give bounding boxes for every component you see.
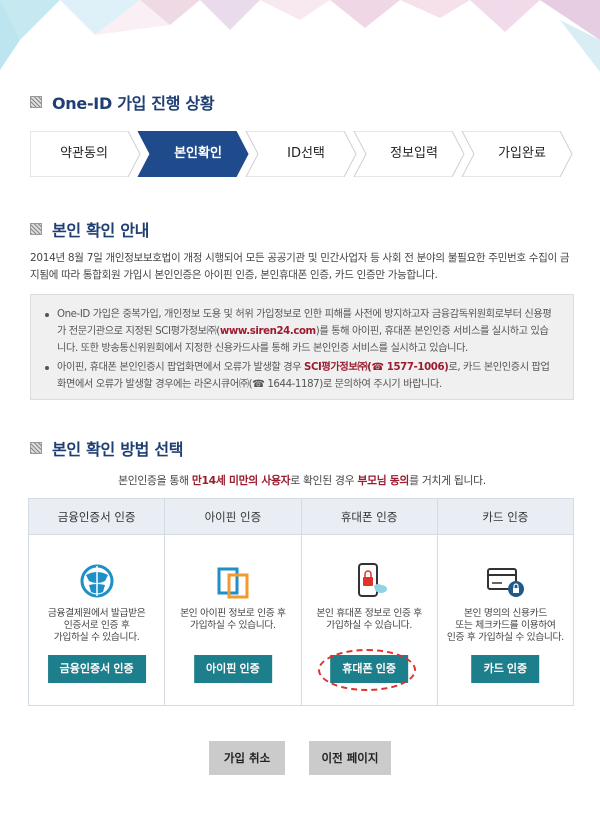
method-description: 본인 아이핀 정보로 인증 후 가입하실 수 있습니다. <box>180 608 286 631</box>
parent-consent-highlight: 부모님 동의 <box>357 474 410 487</box>
guide-intro-text: 2014년 8월 7일 개인정보보호법이 개정 시행되어 모든 공공기관 및 민… <box>30 252 570 281</box>
auth-method-grid: 금융인증서 인증 금융결제원에서 발급받은 인증서로 인증 후 가입하실 수 있… <box>28 498 574 706</box>
step-complete: 가입완료 <box>498 146 546 161</box>
phone-lock-icon <box>358 563 388 597</box>
step-identity-active: 본인확인 <box>174 146 222 161</box>
card-lock-icon <box>487 568 525 597</box>
method-phone: 휴대폰 인증 본인 휴대폰 정보로 인증 후 가입하실 수 있습니다. 휴대폰 … <box>301 499 438 705</box>
cancel-signup-button[interactable]: 가입 취소 <box>209 741 285 775</box>
method-section-title: 본인 확인 방법 선택 <box>30 436 183 460</box>
section-bullet-icon <box>30 96 42 108</box>
method-description: 본인 휴대폰 정보로 인증 후 가입하실 수 있습니다. <box>316 608 422 631</box>
card-auth-button[interactable]: 카드 인증 <box>471 655 540 683</box>
parent-consent-notice: 본인인증을 통해 만14세 미만의 사용자로 확인된 경우 부모님 동의를 거치… <box>30 472 574 488</box>
method-title: 본인 확인 방법 선택 <box>52 440 184 459</box>
guide-title: 본인 확인 안내 <box>52 221 150 240</box>
step-info-input: 정보입력 <box>390 146 438 161</box>
header-banner <box>0 0 600 72</box>
subtext-part: 를 거치게 됩니다. <box>409 474 486 487</box>
method-header: 아이핀 인증 <box>165 499 301 535</box>
method-description: 금융결제원에서 발급받은 인증서로 인증 후 가입하실 수 있습니다. <box>47 608 146 643</box>
method-card: 카드 인증 본인 명의의 신용카드 또는 체크카드를 이용하여 인증 후 가입하… <box>437 499 573 705</box>
certificate-auth-button[interactable]: 금융인증서 인증 <box>47 655 146 683</box>
phone-auth-button[interactable]: 휴대폰 인증 <box>330 655 408 683</box>
globe-icon <box>80 564 114 598</box>
section-bullet-icon <box>30 223 42 235</box>
subtext-part: 로 확인된 경우 <box>290 474 358 487</box>
progress-section-title: One-ID 가입 진행 상황 <box>30 90 215 114</box>
notice-item: One-ID 가입은 중복가입, 개인정보 도용 및 허위 가입정보로 인한 피… <box>45 306 555 357</box>
subtext-part: 본인인증을 통해 <box>118 474 192 487</box>
method-header: 카드 인증 <box>437 499 573 535</box>
method-certificate: 금융인증서 인증 금융결제원에서 발급받은 인증서로 인증 후 가입하실 수 있… <box>29 499 166 705</box>
previous-page-button[interactable]: 이전 페이지 <box>309 741 391 775</box>
method-header: 휴대폰 인증 <box>301 499 437 535</box>
under14-highlight: 만14세 미만의 사용자 <box>191 474 291 487</box>
step-terms: 약관동의 <box>60 146 108 161</box>
siren24-link[interactable]: www.siren24.com <box>220 326 316 337</box>
sci-contact: SCI평가정보㈜(☎ 1577-1006) <box>304 362 449 373</box>
page-title: One-ID 가입 진행 상황 <box>52 94 215 113</box>
step-id-select: ID선택 <box>287 146 325 161</box>
ipin-icon <box>217 567 249 599</box>
notice-text: 아이핀, 휴대폰 본인인증시 팝업화면에서 오류가 발생할 경우 <box>57 362 305 373</box>
ipin-auth-button[interactable]: 아이핀 인증 <box>194 655 272 683</box>
guide-section-title: 본인 확인 안내 <box>30 217 149 241</box>
method-ipin: 아이핀 인증 본인 아이핀 정보로 인증 후 가입하실 수 있습니다. 아이핀 … <box>165 499 302 705</box>
bottom-button-group: 가입 취소 이전 페이지 <box>0 741 600 775</box>
notice-box: One-ID 가입은 중복가입, 개인정보 도용 및 허위 가입정보로 인한 피… <box>30 294 574 400</box>
section-bullet-icon <box>30 442 42 454</box>
method-header: 금융인증서 인증 <box>29 499 165 535</box>
progress-steps: 약관동의 본인확인 ID선택 정보입력 가입완료 <box>30 131 574 177</box>
method-description: 본인 명의의 신용카드 또는 체크카드를 이용하여 인증 후 가입하실 수 있습… <box>446 608 564 643</box>
notice-item: 아이핀, 휴대폰 본인인증시 팝업화면에서 오류가 발생할 경우 SCI평가정보… <box>45 359 555 393</box>
